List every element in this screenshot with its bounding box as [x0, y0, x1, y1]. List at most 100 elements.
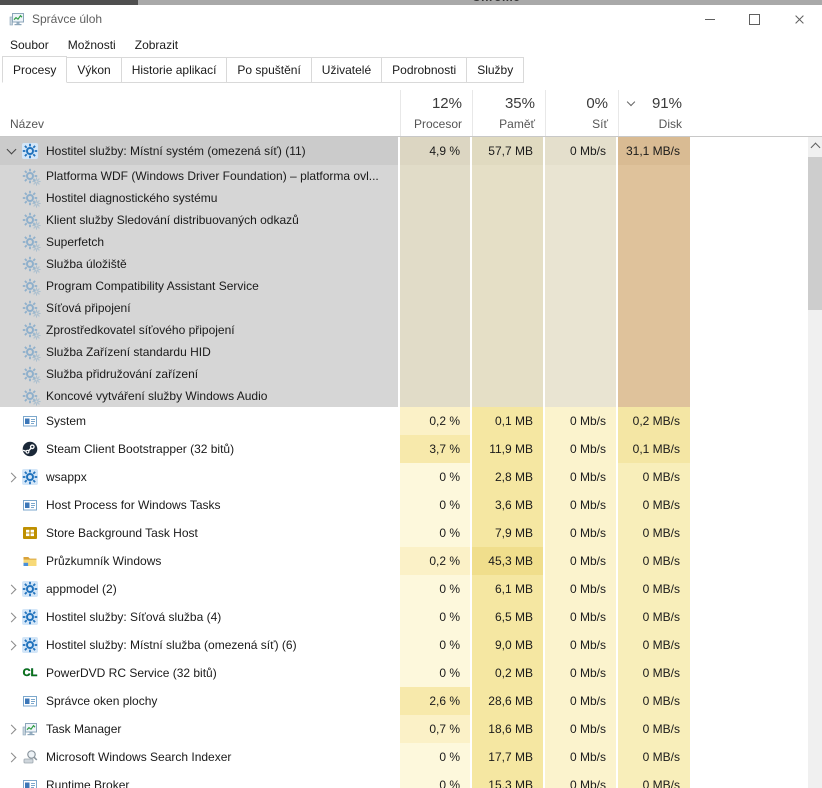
process-row[interactable]: Hostitel služby: Místní služba (omezená …	[0, 631, 808, 659]
vertical-scrollbar[interactable]	[808, 137, 822, 788]
service-gear-icon	[22, 168, 38, 184]
chevron-right-icon[interactable]	[7, 640, 17, 650]
process-row[interactable]: System 0,2 % 0,1 MB 0 Mb/s 0,2 MB/s	[0, 407, 808, 435]
network-cell: 0 Mb/s	[545, 407, 616, 435]
process-row[interactable]: Task Manager 0,7 % 18,6 MB 0 Mb/s 0 MB/s	[0, 715, 808, 743]
process-row[interactable]: Host Process for Windows Tasks 0 % 3,6 M…	[0, 491, 808, 519]
process-name: Hostitel služby: Místní služba (omezená …	[46, 638, 297, 652]
gear-icon	[22, 143, 38, 159]
cpu-cell: 0 %	[400, 519, 470, 547]
process-name-cell: CL PowerDVD RC Service (32 bitů)	[0, 659, 398, 687]
tab-historie-aplikaci[interactable]: Historie aplikací	[121, 57, 228, 83]
process-name-cell: System	[0, 407, 398, 435]
cpu-cell: 0 %	[400, 743, 470, 771]
gear-icon	[22, 609, 38, 625]
menu-moznosti[interactable]: Možnosti	[68, 38, 116, 52]
column-header-disk[interactable]: 91% Disk	[618, 90, 692, 136]
service-name: Služba Zařízení standardu HID	[46, 345, 211, 359]
disk-cell: 0 MB/s	[618, 575, 690, 603]
service-row[interactable]: Služba Zařízení standardu HID	[0, 341, 808, 363]
tab-sluzby[interactable]: Služby	[466, 57, 524, 83]
disk-cell: 0 MB/s	[618, 659, 690, 687]
tab-po-spusteni[interactable]: Po spuštění	[226, 57, 311, 83]
maximize-button[interactable]	[732, 5, 777, 33]
disk-cell	[618, 209, 690, 231]
disk-cell: 0 MB/s	[618, 687, 690, 715]
tab-podrobnosti[interactable]: Podrobnosti	[381, 57, 467, 83]
service-name: Služba úložiště	[46, 257, 127, 271]
chevron-down-icon[interactable]	[7, 145, 17, 155]
service-gear-icon	[22, 344, 38, 360]
process-row[interactable]: CL PowerDVD RC Service (32 bitů) 0 % 0,2…	[0, 659, 808, 687]
tab-bar: Procesy Výkon Historie aplikací Po spušt…	[2, 57, 523, 83]
network-cell	[545, 165, 616, 187]
tab-uzivatele[interactable]: Uživatelé	[311, 57, 382, 83]
network-cell: 0 Mb/s	[545, 491, 616, 519]
memory-column-label: Paměť	[499, 117, 535, 131]
column-header-memory[interactable]: 35% Paměť	[472, 90, 545, 136]
process-row[interactable]: Steam Client Bootstrapper (32 bitů) 3,7 …	[0, 435, 808, 463]
memory-cell	[472, 297, 543, 319]
disk-cell: 0 MB/s	[618, 631, 690, 659]
menu-soubor[interactable]: Soubor	[10, 38, 49, 52]
cpu-cell	[400, 275, 470, 297]
menu-zobrazit[interactable]: Zobrazit	[135, 38, 178, 52]
column-header-network[interactable]: 0% Síť	[545, 90, 618, 136]
service-name: Hostitel diagnostického systému	[46, 191, 217, 205]
cpu-cell	[400, 363, 470, 385]
service-row[interactable]: Síťová připojení	[0, 297, 808, 319]
process-row[interactable]: Microsoft Windows Search Indexer 0 % 17,…	[0, 743, 808, 771]
service-row[interactable]: Superfetch	[0, 231, 808, 253]
service-name-cell: Platforma WDF (Windows Driver Foundation…	[0, 165, 398, 187]
chevron-right-icon[interactable]	[7, 612, 17, 622]
memory-cell	[472, 341, 543, 363]
service-row[interactable]: Služba přidružování zařízení	[0, 363, 808, 385]
process-row[interactable]: appmodel (2) 0 % 6,1 MB 0 Mb/s 0 MB/s	[0, 575, 808, 603]
chevron-right-icon[interactable]	[7, 472, 17, 482]
service-gear-icon	[22, 388, 38, 404]
service-row[interactable]: Koncové vytváření služby Windows Audio	[0, 385, 808, 407]
scroll-up-button[interactable]	[808, 137, 822, 154]
column-header-cpu[interactable]: 12% Procesor	[400, 90, 472, 136]
scrollbar-thumb[interactable]	[808, 157, 822, 310]
process-group-row-selected[interactable]: Hostitel služby: Místní systém (omezená …	[0, 137, 808, 165]
process-row[interactable]: Runtime Broker 0 % 15,3 MB 0 Mb/s 0 MB/s	[0, 771, 808, 788]
process-name-cell: Store Background Task Host	[0, 519, 398, 547]
network-cell: 0 Mb/s	[545, 771, 616, 788]
chevron-right-icon[interactable]	[7, 724, 17, 734]
memory-cell	[472, 165, 543, 187]
chevron-right-icon[interactable]	[7, 584, 17, 594]
process-row[interactable]: Store Background Task Host 0 % 7,9 MB 0 …	[0, 519, 808, 547]
process-row[interactable]: Průzkumník Windows 0,2 % 45,3 MB 0 Mb/s …	[0, 547, 808, 575]
service-row[interactable]: Zprostředkovatel síťového připojení	[0, 319, 808, 341]
process-row[interactable]: Hostitel služby: Síťová služba (4) 0 % 6…	[0, 603, 808, 631]
service-row[interactable]: Hostitel diagnostického systému	[0, 187, 808, 209]
network-cell	[545, 297, 616, 319]
network-cell: 0 Mb/s	[545, 631, 616, 659]
folder-icon	[22, 553, 38, 569]
service-row[interactable]: Služba úložiště	[0, 253, 808, 275]
service-row[interactable]: Program Compatibility Assistant Service	[0, 275, 808, 297]
maximize-icon	[749, 14, 760, 25]
chevron-right-icon[interactable]	[7, 752, 17, 762]
column-header-name[interactable]: Název	[0, 90, 399, 136]
column-header: Název 12% Procesor 35% Paměť 0% Síť 91% …	[0, 90, 822, 137]
close-icon	[794, 14, 805, 25]
service-name: Koncové vytváření služby Windows Audio	[46, 389, 267, 403]
tab-procesy[interactable]: Procesy	[2, 56, 67, 83]
network-cell	[545, 187, 616, 209]
process-name-cell: Správce oken plochy	[0, 687, 398, 715]
service-row[interactable]: Platforma WDF (Windows Driver Foundation…	[0, 165, 808, 187]
network-cell	[545, 275, 616, 297]
process-name: PowerDVD RC Service (32 bitů)	[46, 666, 217, 680]
taskmgr-icon	[22, 721, 38, 737]
network-cell: 0 Mb/s	[545, 435, 616, 463]
process-row[interactable]: Správce oken plochy 2,6 % 28,6 MB 0 Mb/s…	[0, 687, 808, 715]
service-row[interactable]: Klient služby Sledování distribuovaných …	[0, 209, 808, 231]
service-name: Služba přidružování zařízení	[46, 367, 198, 381]
process-row[interactable]: wsappx 0 % 2,8 MB 0 Mb/s 0 MB/s	[0, 463, 808, 491]
close-button[interactable]	[777, 5, 822, 33]
minimize-button[interactable]	[687, 5, 732, 33]
tab-vykon[interactable]: Výkon	[66, 57, 121, 83]
memory-cell: 18,6 MB	[472, 715, 543, 743]
